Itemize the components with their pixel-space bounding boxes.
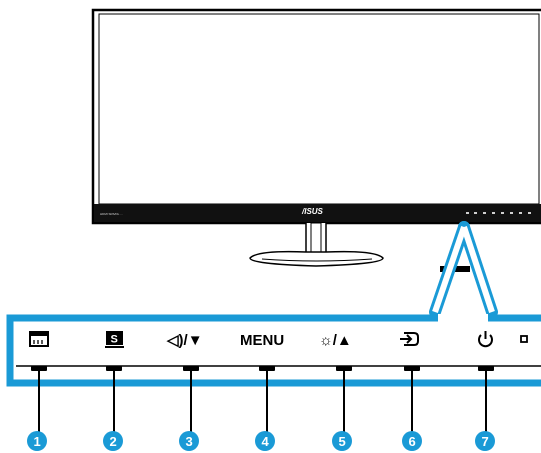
monitor-screen — [98, 13, 540, 205]
svg-text:4: 4 — [262, 434, 270, 449]
control-panel-frame — [6, 314, 541, 387]
callout-4: 4 — [255, 431, 275, 451]
svg-text:5: 5 — [339, 434, 346, 449]
control-panel: S ◁)/▼ MENU ☼/▲ — [6, 314, 541, 387]
svg-text:1: 1 — [34, 434, 41, 449]
svg-text:7: 7 — [482, 434, 489, 449]
svg-text:6: 6 — [409, 434, 416, 449]
monitor: HDMI SRS/DL ... /ISUS — [91, 8, 541, 272]
monitor-stand-base — [249, 250, 384, 267]
brand-logo: /ISUS — [301, 207, 324, 216]
bezel-text-left: HDMI SRS/DL ... — [100, 212, 123, 216]
svg-text:S: S — [111, 334, 118, 346]
callout-3: 3 — [179, 431, 199, 451]
callout-6: 6 — [402, 431, 422, 451]
callout-1: 1 — [27, 431, 47, 451]
callout-5: 5 — [332, 431, 352, 451]
monitor-controls-diagram: HDMI SRS/DL ... /ISUS S ◁)/▼ MENU ☼/▲ 1 … — [6, 8, 541, 451]
callout-7: 7 — [475, 431, 495, 451]
volume-down-label: ◁)/▼ — [166, 332, 203, 349]
callout-2: 2 — [103, 431, 123, 451]
menu-label: MENU — [240, 332, 284, 349]
brightness-up-label: ☼/▲ — [319, 332, 352, 349]
power-indicator-light — [520, 335, 528, 343]
svg-text:3: 3 — [186, 434, 193, 449]
svg-text:2: 2 — [110, 434, 117, 449]
